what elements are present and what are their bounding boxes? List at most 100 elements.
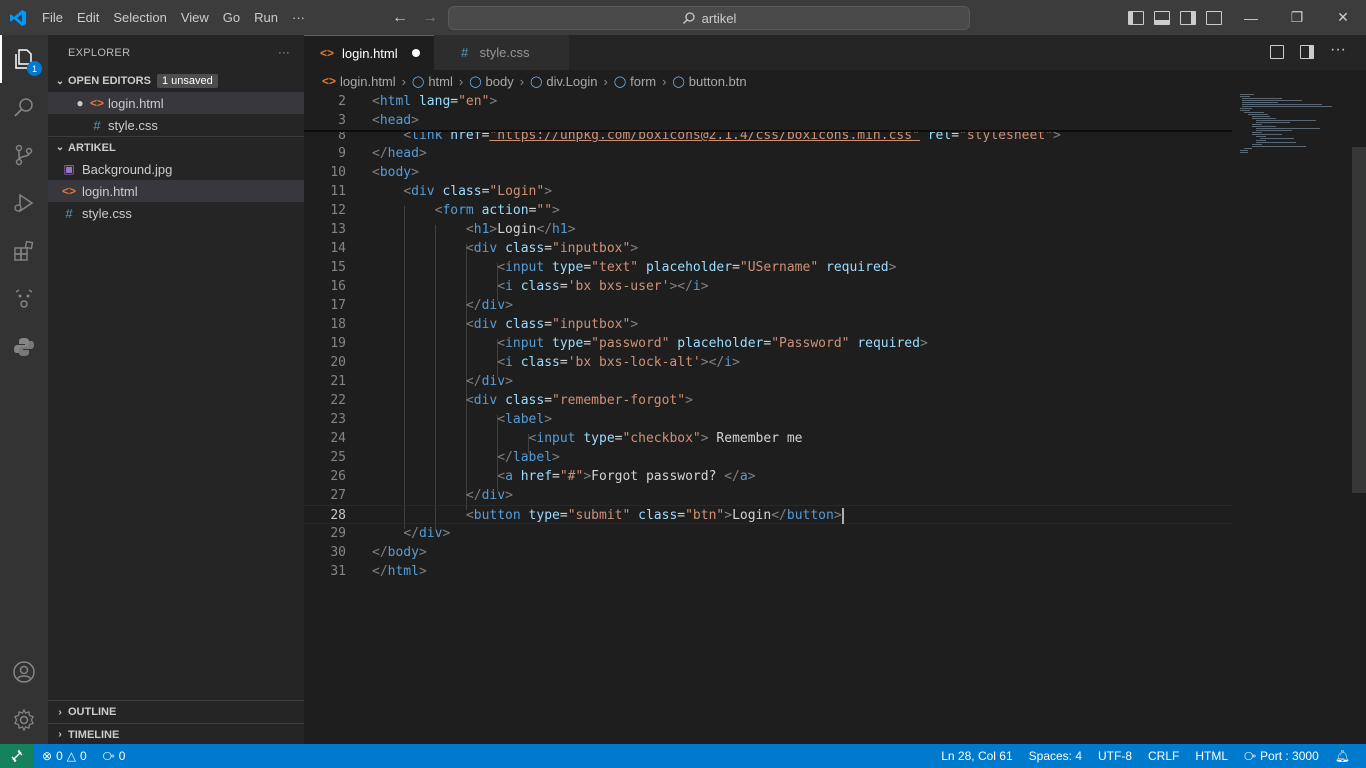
command-center-search[interactable]: artikel: [448, 6, 970, 30]
chevron-right-icon: ›: [401, 73, 406, 89]
tab-style-css[interactable]: # style.css: [433, 35, 570, 70]
folder-artikel-header[interactable]: ⌄ ARTIKEL: [48, 136, 304, 158]
code-line: 12 <form action="">: [330, 203, 560, 218]
code-line: 24 <input type="checkbox"> Remember me: [330, 431, 803, 446]
encoding[interactable]: UTF-8: [1090, 749, 1140, 763]
python-icon[interactable]: [0, 323, 48, 371]
language-mode[interactable]: HTML: [1187, 749, 1236, 763]
editor-actions: ···: [1270, 42, 1346, 59]
forward-arrow-icon[interactable]: →: [422, 9, 438, 27]
explorer-more-actions[interactable]: ···: [278, 47, 290, 59]
file-name: style.css: [82, 205, 132, 221]
tab-login-html[interactable]: <> login.html: [304, 35, 434, 70]
live-server-port[interactable]: ⧂ Port : 3000: [1236, 749, 1327, 764]
code-line: 17 </div>: [330, 298, 513, 313]
outline-label: OUTLINE: [68, 706, 117, 718]
breadcrumb-item[interactable]: button.btn: [689, 74, 747, 89]
file-login-html[interactable]: <> login.html: [48, 180, 304, 202]
port-label: Port : 3000: [1260, 749, 1319, 763]
notifications-bell-icon[interactable]: 🔔︎: [1327, 749, 1358, 763]
open-preview-icon[interactable]: [1270, 45, 1284, 59]
ports-indicator[interactable]: ⧂ 0: [95, 749, 134, 764]
split-editor-icon[interactable]: [1300, 45, 1314, 59]
search-icon[interactable]: [0, 83, 48, 131]
unsaved-dot-icon[interactable]: ●: [72, 96, 88, 110]
open-editor-login-html[interactable]: ● <> login.html: [48, 92, 304, 114]
breadcrumb-item[interactable]: div.Login: [546, 74, 597, 89]
element-icon: ◯: [613, 75, 627, 88]
breadcrumb: <> login.html › ◯ html › ◯ body › ◯ div.…: [304, 70, 1366, 92]
timeline-label: TIMELINE: [68, 728, 120, 741]
more-actions-icon[interactable]: ···: [1330, 42, 1346, 59]
restore-icon[interactable]: ❐: [1274, 0, 1320, 35]
error-icon: ⊗: [42, 749, 53, 763]
css-file-icon: #: [65, 205, 73, 221]
explorer-sidebar: EXPLORER ··· ⌄ OPEN EDITORS 1 unsaved ● …: [48, 35, 304, 744]
back-arrow-icon[interactable]: ←: [392, 9, 408, 27]
cursor-position[interactable]: Ln 28, Col 61: [933, 749, 1020, 763]
status-bar-right: Ln 28, Col 61 Spaces: 4 UTF-8 CRLF HTML …: [933, 744, 1358, 768]
problems-indicator[interactable]: ⊗ 0 △ 0: [34, 749, 95, 763]
code-line-current: 28 <button type="submit" class="btn">Log…: [304, 505, 1232, 524]
menu-more[interactable]: ···: [285, 0, 312, 35]
breadcrumb-item[interactable]: body: [486, 74, 514, 89]
broadcast-icon: ⧂: [102, 748, 115, 763]
warning-count: 0: [79, 749, 87, 763]
warning-icon: △: [66, 749, 76, 763]
toggle-primary-sidebar-icon[interactable]: [1128, 10, 1144, 25]
account-icon[interactable]: [0, 648, 48, 696]
timeline-header[interactable]: › TIMELINE: [48, 723, 304, 745]
html-file-icon: <>: [319, 46, 334, 60]
menu-edit[interactable]: Edit: [70, 0, 106, 35]
menu-go[interactable]: Go: [216, 0, 247, 35]
breadcrumb-item[interactable]: login.html: [340, 74, 396, 89]
html-file-icon: <>: [89, 96, 104, 110]
customize-layout-icon[interactable]: [1206, 10, 1222, 25]
navigation-arrows: ← →: [392, 0, 438, 35]
live-share-icon[interactable]: [0, 275, 48, 323]
source-control-icon[interactable]: [0, 131, 48, 179]
unsaved-badge: 1 unsaved: [156, 74, 218, 88]
unsaved-dot-icon[interactable]: [411, 49, 420, 57]
indentation[interactable]: Spaces: 4: [1021, 749, 1090, 763]
code-line: 14 <div class="inputbox">: [330, 241, 639, 256]
open-editor-style-css[interactable]: # style.css: [48, 114, 304, 136]
toggle-secondary-sidebar-icon[interactable]: [1180, 10, 1196, 25]
code-line: 31 </html>: [330, 564, 427, 579]
broadcast-icon: ⧂: [1244, 748, 1257, 763]
minimap[interactable]: [1234, 92, 1354, 192]
window-controls: — ❐ ✕: [1228, 0, 1366, 35]
run-debug-icon[interactable]: [0, 179, 48, 227]
code-line: 2 <html lang="en">: [338, 94, 498, 109]
code-line: 26 <a href="#">Forgot password? </a>: [330, 469, 756, 484]
file-style-css[interactable]: # style.css: [48, 202, 304, 224]
open-editors-header[interactable]: ⌄ OPEN EDITORS 1 unsaved: [48, 70, 304, 92]
vertical-scrollbar[interactable]: [1352, 147, 1366, 493]
file-background-jpg[interactable]: ▣ Background.jpg: [48, 158, 304, 180]
code-line: 18 <div class="inputbox">: [330, 317, 639, 332]
code-editor[interactable]: 2 <html lang="en"> 3 <head> 8 <link href="…: [304, 92, 1366, 744]
outline-header[interactable]: › OUTLINE: [48, 701, 304, 723]
close-icon[interactable]: ✕: [1320, 0, 1366, 35]
menu-file[interactable]: File: [35, 0, 70, 35]
search-icon: [682, 12, 695, 24]
sidebar-bottom-sections: › OUTLINE › TIMELINE: [48, 700, 304, 745]
toggle-panel-icon[interactable]: [1154, 10, 1170, 25]
code-line: 11 <div class="Login">: [330, 184, 553, 199]
menu-selection[interactable]: Selection: [106, 0, 173, 35]
element-icon: ◯: [530, 75, 543, 88]
breadcrumb-item[interactable]: form: [630, 74, 656, 89]
minimize-icon[interactable]: —: [1228, 0, 1274, 35]
element-icon: ◯: [412, 75, 425, 88]
menu-view[interactable]: View: [174, 0, 216, 35]
files-icon[interactable]: 1: [0, 35, 48, 83]
code-line: 16 <i class='bx bxs-user'></i>: [330, 279, 709, 294]
ports-count: 0: [118, 749, 126, 763]
end-of-line[interactable]: CRLF: [1140, 749, 1187, 763]
remote-icon[interactable]: [0, 744, 34, 768]
settings-icon[interactable]: [0, 696, 48, 744]
menu-run[interactable]: Run: [247, 0, 285, 35]
tab-label: style.css: [479, 45, 530, 60]
breadcrumb-item[interactable]: html: [428, 74, 453, 89]
extensions-icon[interactable]: [0, 227, 48, 275]
